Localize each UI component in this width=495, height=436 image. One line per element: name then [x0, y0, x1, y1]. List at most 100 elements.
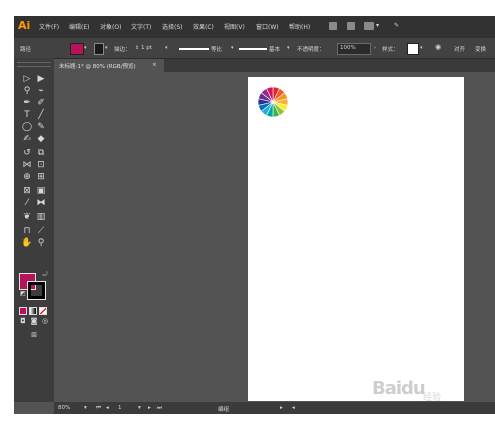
rotate-tool-icon[interactable]: ↺	[21, 148, 33, 159]
bridge-icon[interactable]	[329, 22, 337, 30]
next-artboard-icon[interactable]: ▸	[148, 405, 151, 411]
baidu-watermark-suffix: 经验	[423, 393, 442, 403]
zoom-tool-icon[interactable]: ⚲	[35, 238, 47, 249]
change-screen-mode-icon[interactable]: ⧈	[28, 330, 40, 341]
chevron-down-icon[interactable]: ▾	[420, 45, 423, 51]
panel-grip[interactable]	[17, 62, 51, 67]
chevron-down-icon[interactable]: ▾	[138, 405, 141, 411]
scroll-left-icon[interactable]: ◂	[292, 405, 295, 411]
chevron-down-icon[interactable]: ▾	[231, 45, 234, 51]
pen-tool-icon[interactable]: ✒	[21, 98, 33, 109]
column-graph-tool-icon[interactable]: ▥	[35, 212, 47, 223]
menu-type[interactable]: 文字(T)	[131, 22, 151, 31]
menu-window[interactable]: 窗口(W)	[256, 22, 279, 31]
blend-tool-icon[interactable]: ⧓	[35, 198, 47, 209]
gradient-mode-button[interactable]	[29, 307, 37, 315]
first-artboard-icon[interactable]: ⏮	[96, 405, 101, 412]
chevron-down-icon[interactable]: ▾	[376, 22, 379, 29]
default-fill-stroke-icon[interactable]: ◩	[17, 288, 29, 299]
ellipse-tool-icon[interactable]: ◯	[21, 122, 33, 133]
close-icon[interactable]: ×	[152, 62, 157, 68]
stroke-weight-value[interactable]: 1 pt	[141, 45, 152, 51]
curvature-tool-icon[interactable]: ✐	[35, 98, 47, 109]
opacity-label: 不透明度：	[297, 47, 325, 53]
style-label: 样式：	[382, 47, 399, 53]
symbol-sprayer-tool-icon[interactable]: ❦	[21, 212, 33, 223]
document-tab[interactable]: 未标题-1* @ 80% (RGB/预览) ×	[54, 59, 164, 72]
tools-panel: ▷ ▶ ⚲ ⌁ ✒ ✐ T ╱ ◯ ✎ ✍ ◆ ↺ ⧉ ⋈ ⊡ ⊕ ⊞ ⊠ ▣ …	[14, 58, 54, 402]
style-swatch[interactable]	[407, 43, 419, 55]
line-segment-tool-icon[interactable]: ╱	[35, 110, 47, 121]
app-logo: Ai	[18, 19, 31, 32]
slice-tool-icon[interactable]: ⟋	[35, 226, 47, 237]
previous-artboard-icon[interactable]: ◂	[106, 405, 109, 411]
stock-icon[interactable]	[347, 22, 355, 30]
stroke-color-box[interactable]	[28, 282, 45, 299]
hand-tool-icon[interactable]: ✋	[21, 238, 33, 249]
color-mode-button[interactable]	[19, 307, 27, 315]
align-link[interactable]: 对齐	[454, 45, 465, 53]
lasso-tool-icon[interactable]: ⌁	[35, 86, 47, 97]
opacity-value: 100%	[340, 45, 356, 51]
variable-width-profile-line	[179, 48, 209, 50]
menu-object[interactable]: 对象(O)	[100, 22, 121, 31]
stroke-swatch[interactable]	[94, 43, 104, 55]
chevron-down-icon[interactable]: ▾	[287, 45, 290, 51]
zoom-level[interactable]: 80%	[58, 405, 70, 411]
shaper-tool-icon[interactable]: ✍	[21, 134, 33, 145]
color-wheel-graphic[interactable]	[257, 86, 289, 118]
mesh-tool-icon[interactable]: ⊠	[21, 186, 33, 197]
artboard-tool-icon[interactable]: ⊓	[21, 226, 33, 237]
none-mode-button[interactable]	[39, 307, 47, 315]
transform-link[interactable]: 变换	[475, 45, 486, 53]
status-menu-icon[interactable]: ▸	[280, 405, 283, 411]
profile-label[interactable]: 等比	[211, 45, 222, 53]
eyedropper-tool-icon[interactable]: ⁄	[21, 198, 33, 209]
artboard-number[interactable]: 1	[118, 405, 122, 411]
chevron-down-icon[interactable]: ▾	[105, 45, 108, 51]
brush-definition-line	[239, 48, 267, 50]
menu-effect[interactable]: 效果(C)	[193, 22, 214, 31]
control-panel: 路径 ▾ ▾ 描边： ⇕ 1 pt ▾ 等比 ▾ 基本 ▾ 不透明度： 100%…	[14, 38, 495, 59]
gradient-tool-icon[interactable]: ▣	[35, 186, 47, 197]
direct-selection-tool-icon[interactable]: ▶	[35, 74, 47, 85]
chevron-down-icon[interactable]: ▾	[165, 45, 168, 51]
chevron-down-icon[interactable]: ▾	[84, 405, 87, 411]
document-tab-bar: 未标题-1* @ 80% (RGB/预览) ×	[54, 59, 495, 72]
menu-view[interactable]: 视图(V)	[224, 22, 245, 31]
draw-inside-icon[interactable]: ◎	[39, 316, 51, 327]
brush-label[interactable]: 基本	[269, 45, 280, 53]
selection-tool-icon[interactable]: ▷	[21, 74, 33, 85]
recolor-artwork-icon[interactable]: ◉	[435, 43, 441, 51]
selection-type-label: 路径	[20, 47, 32, 53]
menu-select[interactable]: 选择(S)	[162, 22, 183, 31]
chevron-right-icon[interactable]: ›	[374, 45, 376, 51]
stepper-icon[interactable]: ⇕	[135, 45, 139, 51]
status-bar: 80% ▾ ⏮ ◂ 1 ▾ ▸ ⏭ 编组 ▸ ◂	[54, 402, 495, 414]
gpu-performance-icon[interactable]: ✎	[394, 22, 399, 29]
baidu-watermark: Baidu	[372, 378, 426, 399]
type-tool-icon[interactable]: T	[21, 110, 33, 121]
artboard[interactable]	[248, 77, 464, 401]
menu-bar: Ai 文件(F) 编辑(E) 对象(O) 文字(T) 选择(S) 效果(C) 视…	[14, 16, 495, 38]
free-transform-tool-icon[interactable]: ⊡	[35, 160, 47, 171]
width-tool-icon[interactable]: ⋈	[21, 160, 33, 171]
perspective-grid-tool-icon[interactable]: ⊞	[35, 172, 47, 183]
stroke-label: 描边：	[114, 47, 131, 53]
menu-help[interactable]: 帮助(H)	[289, 22, 310, 31]
magic-wand-tool-icon[interactable]: ⚲	[21, 86, 33, 97]
last-artboard-icon[interactable]: ⏭	[157, 405, 162, 412]
illustrator-window: Ai 文件(F) 编辑(E) 对象(O) 文字(T) 选择(S) 效果(C) 视…	[14, 16, 495, 414]
status-mode: 编组	[218, 407, 230, 413]
menu-edit[interactable]: 编辑(E)	[69, 22, 89, 31]
paintbrush-tool-icon[interactable]: ✎	[35, 122, 47, 133]
fill-swatch[interactable]	[70, 43, 84, 55]
scale-tool-icon[interactable]: ⧉	[35, 148, 47, 159]
chevron-down-icon[interactable]: ▾	[84, 45, 87, 51]
shape-builder-tool-icon[interactable]: ⊕	[21, 172, 33, 183]
eraser-tool-icon[interactable]: ◆	[35, 134, 47, 145]
document-tab-title: 未标题-1* @ 80% (RGB/预览)	[59, 64, 136, 70]
swap-fill-stroke-icon[interactable]: ⤾	[39, 269, 51, 280]
menu-file[interactable]: 文件(F)	[39, 22, 59, 31]
arrange-documents-icon[interactable]	[364, 22, 374, 30]
